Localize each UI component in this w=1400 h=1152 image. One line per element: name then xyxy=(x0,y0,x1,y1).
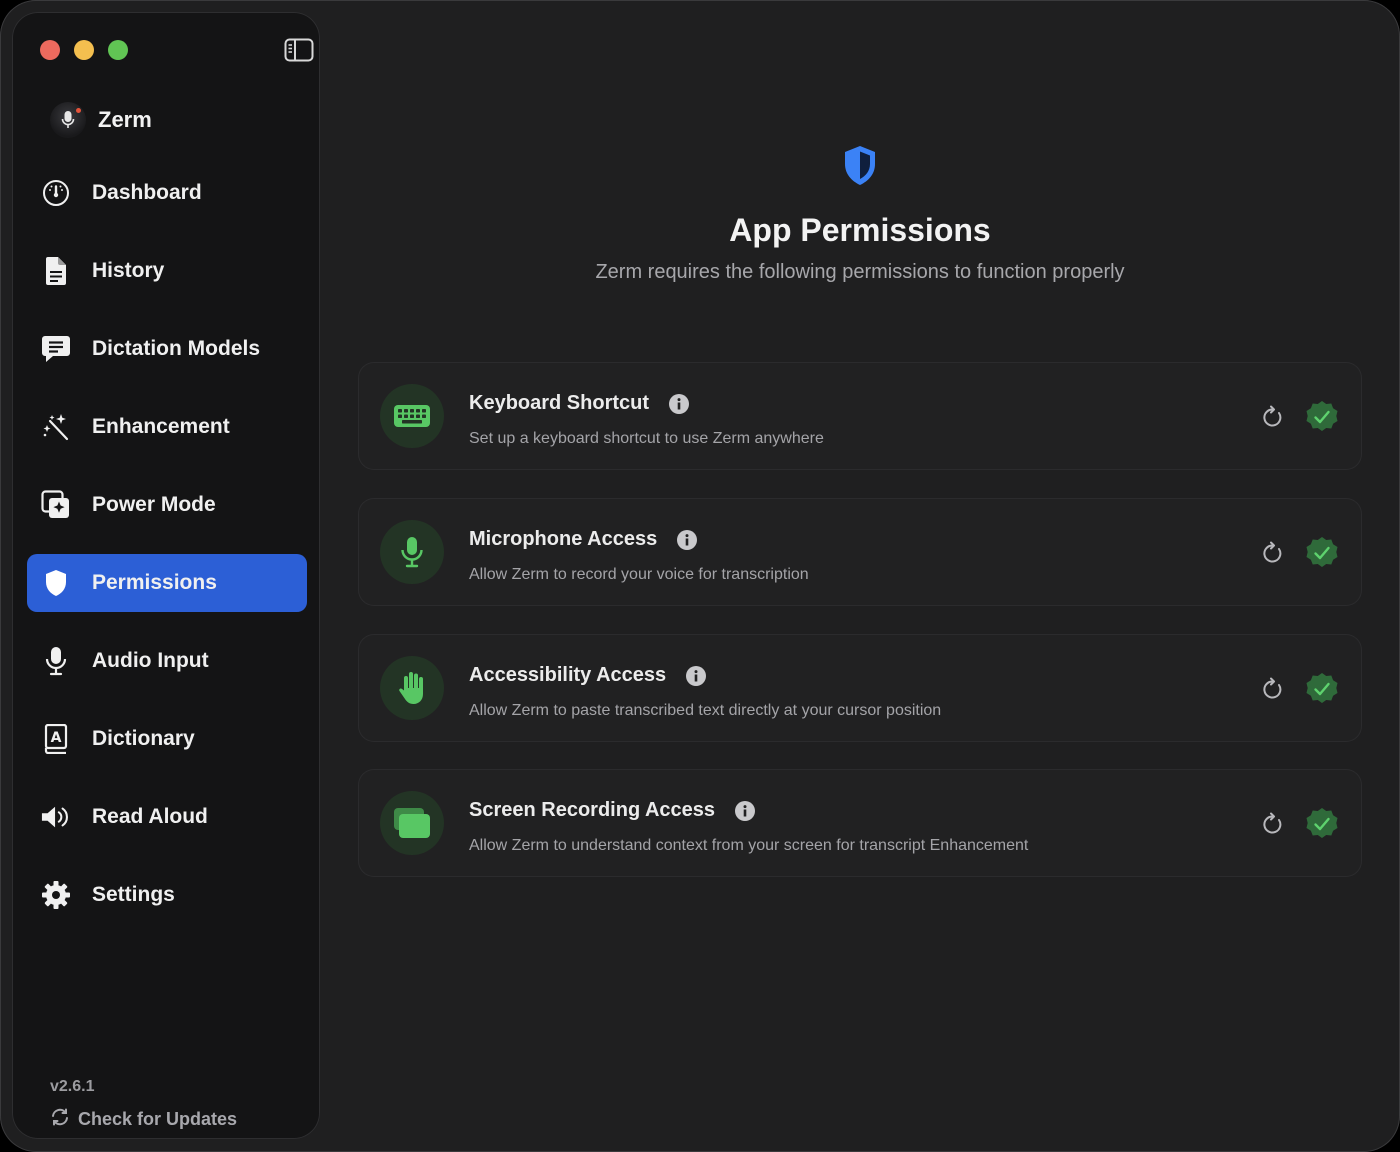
speaker-icon xyxy=(41,802,71,832)
permission-card-microphone-access: Microphone Access Allow Zerm to record y… xyxy=(358,498,1362,606)
sidebar-item-read-aloud[interactable]: Read Aloud xyxy=(27,788,307,846)
page-title: App Permissions xyxy=(729,212,991,248)
svg-text:A: A xyxy=(51,730,62,746)
shield-icon xyxy=(842,144,878,193)
sidebar-item-label: Enhancement xyxy=(92,415,230,438)
permission-description: Allow Zerm to record your voice for tran… xyxy=(469,566,809,583)
app-window: Zerm Dashboard History Dictation Models … xyxy=(0,0,1400,1152)
info-icon[interactable] xyxy=(686,665,707,686)
app-name: Zerm xyxy=(98,107,152,132)
sidebar-nav: Dashboard History Dictation Models Enhan… xyxy=(27,164,307,944)
sidebar-item-label: History xyxy=(92,259,165,282)
permission-description: Allow Zerm to paste transcribed text dir… xyxy=(469,702,942,719)
sidebar-item-dictation-models[interactable]: Dictation Models xyxy=(27,320,307,378)
sidebar-toggle-icon[interactable] xyxy=(284,38,314,67)
permission-title: Microphone Access xyxy=(469,528,658,550)
microphone-icon xyxy=(41,646,71,676)
sidebar-item-dictionary[interactable]: A Dictionary xyxy=(27,710,307,768)
sidebar-item-settings[interactable]: Settings xyxy=(27,866,307,924)
app-version: v2.6.1 xyxy=(50,1078,95,1095)
chat-bubble-icon xyxy=(41,334,71,364)
sidebar-item-label: Read Aloud xyxy=(92,805,208,828)
refresh-icon[interactable] xyxy=(1261,541,1285,565)
sidebar-item-label: Dictation Models xyxy=(92,337,261,360)
permission-card-keyboard-shortcut: Keyboard Shortcut Set up a keyboard shor… xyxy=(358,362,1362,470)
info-icon[interactable] xyxy=(735,800,756,821)
sidebar-item-label: Dictionary xyxy=(92,727,195,750)
minimize-window-button[interactable] xyxy=(74,40,94,60)
granted-check-badge-icon xyxy=(1305,536,1339,570)
refresh-icon[interactable] xyxy=(1261,677,1285,701)
screen-recording-icon xyxy=(380,791,444,855)
granted-check-badge-icon xyxy=(1305,400,1339,434)
check-for-updates-button[interactable]: Check for Updates xyxy=(50,1107,237,1132)
refresh-icon[interactable] xyxy=(1261,812,1285,836)
app-brand: Zerm xyxy=(50,102,152,138)
sidebar-item-label: Permissions xyxy=(92,571,217,594)
magic-wand-icon xyxy=(41,412,71,442)
sidebar-item-audio-input[interactable]: Audio Input xyxy=(27,632,307,690)
microphone-icon xyxy=(380,520,444,584)
sidebar-item-history[interactable]: History xyxy=(27,242,307,300)
sidebar-item-permissions[interactable]: Permissions xyxy=(27,554,307,612)
permission-title: Screen Recording Access xyxy=(469,799,716,821)
dictionary-book-icon: A xyxy=(41,724,71,754)
sidebar-item-power-mode[interactable]: Power Mode xyxy=(27,476,307,534)
permission-card-screen-recording-access: Screen Recording Access Allow Zerm to un… xyxy=(358,769,1362,877)
info-icon[interactable] xyxy=(677,529,698,550)
gear-icon xyxy=(41,880,71,910)
close-window-button[interactable] xyxy=(40,40,60,60)
sidebar: Zerm Dashboard History Dictation Models … xyxy=(12,12,320,1139)
page-subtitle: Zerm requires the following permissions … xyxy=(595,261,1125,283)
refresh-icon[interactable] xyxy=(1261,405,1285,429)
permission-card-accessibility-access: Accessibility Access Allow Zerm to paste… xyxy=(358,634,1362,742)
sidebar-item-enhancement[interactable]: Enhancement xyxy=(27,398,307,456)
refresh-icon xyxy=(50,1107,70,1132)
sidebar-item-label: Power Mode xyxy=(92,493,216,516)
gauge-icon xyxy=(41,178,71,208)
main-content: App Permissions Zerm requires the follow… xyxy=(320,0,1400,1152)
zoom-window-button[interactable] xyxy=(108,40,128,60)
sidebar-item-label: Audio Input xyxy=(92,649,209,672)
sidebar-item-dashboard[interactable]: Dashboard xyxy=(27,164,307,222)
keyboard-icon xyxy=(380,384,444,448)
sidebar-item-label: Settings xyxy=(92,883,175,906)
sidebar-item-label: Dashboard xyxy=(92,181,202,204)
permission-description: Set up a keyboard shortcut to use Zerm a… xyxy=(469,430,824,447)
granted-check-badge-icon xyxy=(1305,672,1339,706)
sparkle-window-icon xyxy=(41,490,71,520)
permission-title: Accessibility Access xyxy=(469,664,667,686)
permission-title: Keyboard Shortcut xyxy=(469,392,650,414)
granted-check-badge-icon xyxy=(1305,807,1339,841)
app-logo-icon xyxy=(50,102,86,138)
document-icon xyxy=(41,256,71,286)
hand-icon xyxy=(380,656,444,720)
info-icon[interactable] xyxy=(669,393,690,414)
permission-description: Allow Zerm to understand context from yo… xyxy=(469,837,1029,854)
shield-icon xyxy=(41,568,71,598)
